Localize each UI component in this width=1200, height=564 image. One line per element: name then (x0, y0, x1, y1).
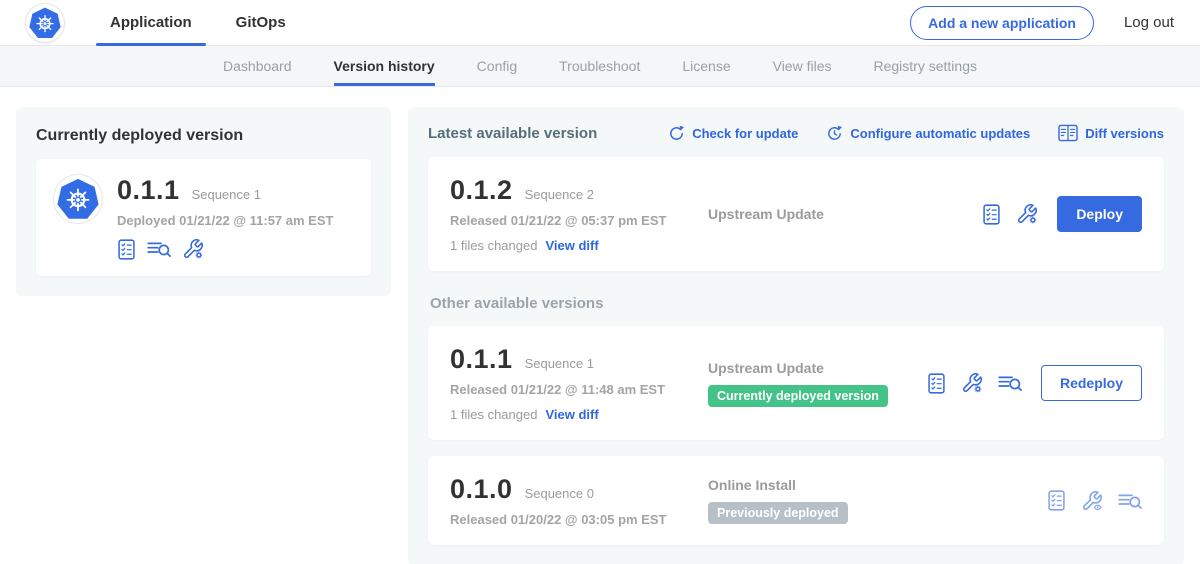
currently-deployed-badge: Currently deployed version (708, 385, 888, 407)
previously-deployed-badge: Previously deployed (708, 502, 848, 524)
app-subnav: Dashboard Version history Config Trouble… (0, 46, 1200, 87)
currently-deployed-card: Currently deployed version 0.1.1 Sequenc… (16, 107, 391, 296)
tab-application[interactable]: Application (96, 0, 206, 45)
released-timestamp: Released 01/21/22 @ 05:37 pm EST (450, 213, 708, 228)
deployed-sequence-label: Sequence 1 (192, 187, 261, 202)
deployed-version-number: 0.1.1 (117, 175, 180, 206)
files-changed-label: 1 files changed (450, 407, 537, 422)
sequence-label: Sequence 1 (525, 356, 594, 371)
preflight-checklist-icon[interactable] (927, 373, 946, 394)
version-number: 0.1.1 (450, 344, 513, 375)
config-gear-icon[interactable] (182, 238, 204, 260)
released-timestamp: Released 01/20/22 @ 03:05 pm EST (450, 512, 708, 527)
tab-gitops-label: GitOps (236, 14, 286, 31)
kubernetes-logo-icon (26, 4, 64, 42)
subtab-version-history[interactable]: Version history (334, 46, 435, 86)
version-source-label: Online Install (708, 477, 1047, 493)
view-diff-link[interactable]: View diff (545, 407, 598, 422)
config-gear-icon[interactable] (1016, 203, 1038, 225)
preflight-checklist-icon[interactable] (117, 239, 136, 260)
preflight-checklist-icon[interactable] (982, 204, 1001, 225)
version-number: 0.1.2 (450, 175, 513, 206)
version-row-0-1-1: 0.1.1 Sequence 1 Released 01/21/22 @ 11:… (428, 326, 1164, 440)
subtab-view-files[interactable]: View files (773, 46, 832, 86)
deploy-logs-icon[interactable] (1118, 491, 1142, 511)
version-history-panel: Latest available version Check for updat… (408, 107, 1184, 564)
config-view-icon[interactable] (1081, 490, 1103, 512)
view-diff-link[interactable]: View diff (545, 238, 598, 253)
deployed-version-card: 0.1.1 Sequence 1 Deployed 01/21/22 @ 11:… (36, 159, 371, 276)
released-timestamp: Released 01/21/22 @ 11:48 am EST (450, 382, 708, 397)
version-number: 0.1.0 (450, 474, 513, 505)
other-available-title: Other available versions (430, 295, 1162, 312)
version-source-label: Upstream Update (708, 206, 982, 222)
version-row-0-1-0: 0.1.0 Sequence 0 Released 01/20/22 @ 03:… (428, 456, 1164, 545)
configure-automatic-updates-label: Configure automatic updates (850, 126, 1030, 141)
deploy-button[interactable]: Deploy (1057, 196, 1142, 232)
check-for-update-label: Check for update (692, 126, 798, 141)
diff-versions-label: Diff versions (1085, 126, 1164, 141)
subtab-dashboard[interactable]: Dashboard (223, 46, 292, 86)
subtab-troubleshoot[interactable]: Troubleshoot (559, 46, 640, 86)
latest-available-title: Latest available version (428, 125, 597, 142)
tab-gitops[interactable]: GitOps (222, 0, 300, 45)
kubernetes-logo-icon (54, 175, 102, 223)
top-header: Application GitOps Add a new application… (0, 0, 1200, 46)
deployed-timestamp: Deployed 01/21/22 @ 11:57 am EST (117, 213, 333, 228)
check-for-update-link[interactable]: Check for update (668, 125, 798, 142)
auto-update-icon (826, 125, 843, 142)
currently-deployed-title: Currently deployed version (36, 127, 371, 145)
subtab-license[interactable]: License (682, 46, 730, 86)
version-row-0-1-2: 0.1.2 Sequence 2 Released 01/21/22 @ 05:… (428, 157, 1164, 271)
header-tabs: Application GitOps (96, 0, 316, 45)
refresh-icon (668, 125, 685, 142)
configure-automatic-updates-link[interactable]: Configure automatic updates (826, 125, 1030, 142)
redeploy-button[interactable]: Redeploy (1041, 365, 1142, 401)
sequence-label: Sequence 2 (525, 187, 594, 202)
main-content: Currently deployed version 0.1.1 Sequenc… (0, 87, 1200, 564)
logout-button[interactable]: Log out (1124, 14, 1174, 31)
subtab-registry-settings[interactable]: Registry settings (874, 46, 977, 86)
subtab-config[interactable]: Config (477, 46, 517, 86)
add-application-button[interactable]: Add a new application (910, 6, 1094, 40)
tab-application-label: Application (110, 14, 192, 31)
config-gear-icon[interactable] (961, 372, 983, 394)
deploy-logs-icon[interactable] (147, 239, 171, 259)
deploy-logs-icon[interactable] (998, 373, 1022, 393)
sequence-label: Sequence 0 (525, 486, 594, 501)
files-changed-label: 1 files changed (450, 238, 537, 253)
diff-versions-link[interactable]: Diff versions (1058, 124, 1164, 142)
version-source-label: Upstream Update (708, 360, 927, 376)
preflight-checklist-icon[interactable] (1047, 490, 1066, 511)
diff-icon (1058, 124, 1078, 142)
